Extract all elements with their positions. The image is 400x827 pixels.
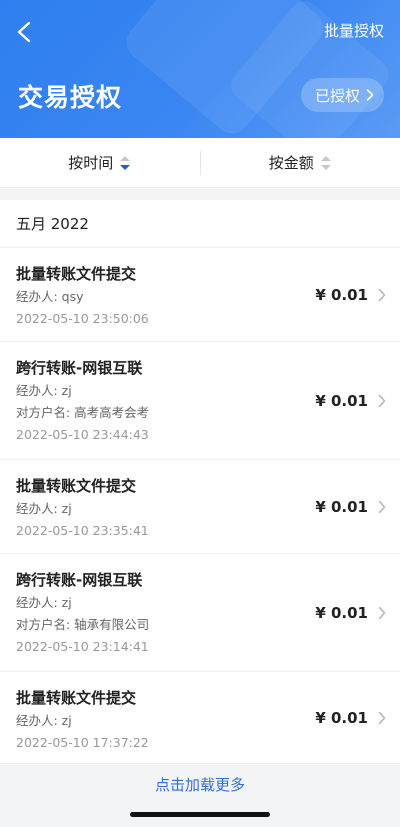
- transaction-amount: ¥ 0.01: [315, 603, 368, 622]
- transaction-title: 跨行转账-网银互联: [16, 359, 143, 377]
- list-item[interactable]: 批量转账文件提交 经办人: qsy 2022-05-10 23:50:06 ¥ …: [0, 248, 400, 342]
- list-item[interactable]: 批量转账文件提交 经办人: zj 2022-05-10 23:35:41 ¥ 0…: [0, 460, 400, 554]
- authorized-button[interactable]: 已授权: [300, 78, 384, 112]
- transaction-amount: ¥ 0.01: [315, 285, 368, 304]
- list-item[interactable]: 跨行转账-网银互联 经办人: zj 对方户名: 高考高考会考 2022-05-1…: [0, 342, 400, 460]
- sort-by-amount[interactable]: 按金额: [201, 152, 400, 173]
- app-header: 批量授权 交易授权 已授权: [0, 0, 400, 138]
- transaction-amount: ¥ 0.01: [315, 708, 368, 727]
- list-item[interactable]: 批量转账文件提交 经办人: zj 2022-05-10 17:37:22 ¥ 0…: [0, 672, 400, 764]
- load-more-button[interactable]: 点击加载更多: [0, 764, 400, 804]
- sort-by-time-label: 按时间: [68, 154, 114, 172]
- sort-by-amount-label: 按金额: [268, 154, 314, 172]
- chevron-right-icon: [378, 606, 386, 619]
- transaction-time: 2022-05-10 17:37:22: [16, 735, 149, 750]
- sort-by-time[interactable]: 按时间: [0, 152, 200, 173]
- transaction-title: 批量转账文件提交: [16, 689, 137, 707]
- back-button[interactable]: [10, 18, 38, 46]
- page-title: 交易授权: [18, 83, 123, 112]
- chevron-right-icon: [378, 288, 386, 301]
- chevron-right-icon: [378, 394, 386, 407]
- transaction-amount: ¥ 0.01: [315, 497, 368, 516]
- sort-descending-icon: [120, 155, 131, 170]
- transaction-time: 2022-05-10 23:14:41: [16, 639, 149, 654]
- transaction-title: 批量转账文件提交: [16, 265, 137, 283]
- chevron-left-icon: [17, 21, 31, 43]
- transaction-time: 2022-05-10 23:35:41: [16, 523, 149, 538]
- transaction-title: 批量转账文件提交: [16, 477, 137, 495]
- sort-bar: 按时间 按金额: [0, 138, 400, 188]
- chevron-right-icon: [378, 711, 386, 724]
- transaction-time: 2022-05-10 23:44:43: [16, 427, 149, 442]
- month-header: 五月 2022: [0, 200, 400, 248]
- chevron-right-icon: [366, 89, 374, 101]
- batch-authorize-button[interactable]: 批量授权: [324, 20, 384, 41]
- transaction-time: 2022-05-10 23:50:06: [16, 311, 149, 326]
- authorized-button-label: 已授权: [314, 86, 360, 105]
- transaction-title: 跨行转账-网银互联: [16, 571, 143, 589]
- transaction-amount: ¥ 0.01: [315, 391, 368, 410]
- chevron-right-icon: [378, 500, 386, 513]
- list-item[interactable]: 跨行转账-网银互联 经办人: zj 对方户名: 轴承有限公司 2022-05-1…: [0, 554, 400, 672]
- sort-icon: [320, 155, 331, 170]
- home-indicator: [130, 812, 270, 817]
- transaction-list: 五月 2022 批量转账文件提交 经办人: qsy 2022-05-10 23:…: [0, 200, 400, 764]
